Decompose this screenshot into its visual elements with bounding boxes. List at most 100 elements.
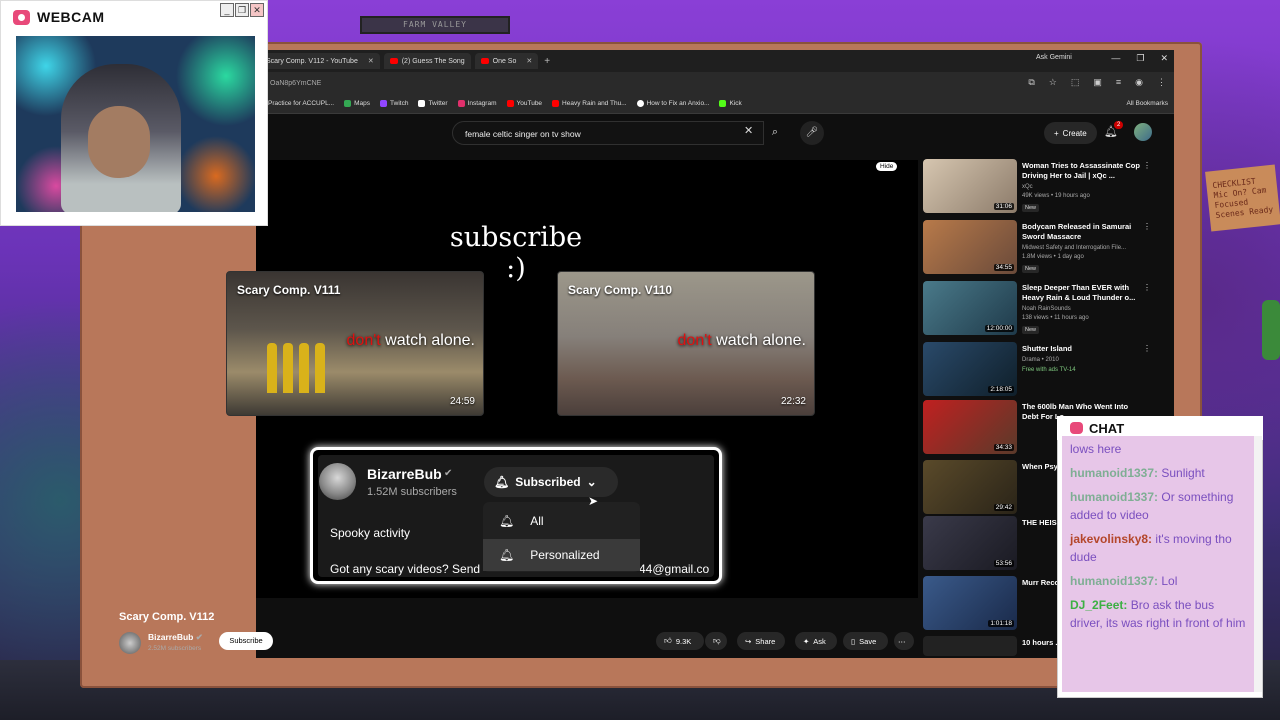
sidepanel-icon[interactable]: ▣ — [1093, 77, 1102, 88]
tab-one-so[interactable]: One So ✕ — [474, 53, 539, 69]
bookmark-instagram[interactable]: Instagram — [457, 100, 497, 107]
message-user: humanoid1337: — [1070, 490, 1159, 504]
more-icon[interactable]: ⋮ — [1143, 161, 1151, 170]
list-item[interactable]: 31:06 Woman Tries to Assassinate Cop Dri… — [923, 159, 1163, 215]
channel-avatar[interactable] — [319, 463, 356, 500]
menu-icon[interactable]: ⋮ — [1157, 77, 1166, 88]
profile-icon[interactable]: ◉ — [1135, 77, 1143, 88]
share-button[interactable]: ↪ Share — [737, 632, 785, 650]
new-tab-icon[interactable]: + — [544, 56, 550, 67]
streamer-face — [88, 106, 150, 178]
install-icon[interactable]: ⧉ — [1028, 77, 1034, 88]
channel-name[interactable]: BizarreBub — [367, 466, 442, 482]
like-button[interactable]: 👍︎ 9.3K — [656, 632, 704, 650]
menu-item-personalized[interactable]: 🔔︎ Personalized — [483, 539, 640, 571]
microphone-icon[interactable]: 🎤︎ — [800, 121, 824, 145]
rec-thumbnail[interactable]: 29:42 — [923, 460, 1017, 514]
video-duration: 22:32 — [780, 396, 806, 407]
endscreen-video-v110[interactable]: Scary Comp. V110 don't watch alone. 22:3… — [557, 271, 815, 416]
list-item[interactable]: 34:55 Bodycam Released in Samurai Sword … — [923, 220, 1163, 276]
camera-icon — [13, 10, 30, 25]
tab-active[interactable]: Scary Comp. V112 - YouTube ✕ — [260, 53, 380, 69]
kick-icon — [719, 100, 727, 107]
bookmark-accuplacer[interactable]: Practice for ACCUPL... — [268, 100, 334, 107]
chat-icon — [1070, 422, 1083, 434]
ask-gemini-button[interactable]: Ask Gemini — [1036, 54, 1072, 61]
dislike-button[interactable]: 👎︎ — [705, 632, 727, 650]
channel-avatar[interactable] — [119, 632, 141, 654]
video-tagline: don't watch alone. — [347, 332, 475, 350]
chat-message: humanoid1337: Or something added to vide… — [1070, 488, 1250, 524]
media-icon[interactable]: ≡ — [1116, 77, 1121, 88]
rec-thumbnail[interactable]: 34:55 — [923, 220, 1017, 274]
plant — [1262, 300, 1280, 360]
menu-item-all[interactable]: 🔔︎ All — [483, 505, 640, 537]
chat-message: humanoid1337: Lol — [1070, 572, 1250, 590]
rec-thumbnail[interactable]: 31:06 — [923, 159, 1017, 213]
list-item[interactable]: 12:00:00 Sleep Deeper Than EVER with Hea… — [923, 281, 1163, 337]
rec-thumbnail[interactable]: 1:01:18 — [923, 576, 1017, 630]
subscriber-count: 1.52M subscribers — [367, 486, 457, 498]
webcam-title: WEBCAM — [37, 9, 105, 25]
all-bookmarks-button[interactable]: All Bookmarks — [1126, 100, 1168, 107]
tab-guess-song[interactable]: (2) Guess The Song — [383, 53, 471, 69]
chat-scrollbar[interactable] — [1254, 436, 1262, 692]
more-icon: ⋯ — [898, 636, 906, 646]
youtube-icon — [389, 58, 398, 64]
url-text[interactable]: OaN8p6YmCNE — [270, 80, 321, 87]
extensions-icon[interactable]: ⬚ — [1071, 77, 1080, 88]
bookmark-twitter[interactable]: Twitter — [418, 100, 448, 107]
video-tagline: don't watch alone. — [678, 332, 806, 350]
rec-title[interactable]: Sleep Deeper Than EVER with Heavy Rain &… — [1022, 283, 1142, 303]
restore-icon[interactable]: ❐ — [235, 3, 249, 17]
more-icon[interactable]: ⋮ — [1143, 283, 1151, 292]
subscribe-button[interactable]: Subscribe — [219, 632, 273, 650]
create-button[interactable]: + Create — [1044, 122, 1097, 144]
ask-label: Ask — [813, 636, 826, 646]
rec-thumbnail[interactable]: 53:56 — [923, 516, 1017, 570]
rec-thumbnail[interactable]: 12:00:00 — [923, 281, 1017, 335]
address-bar[interactable]: OaN8p6YmCNE ⧉ ☆ ⬚ ▣ ≡ ◉ ⋮ — [256, 72, 1174, 94]
rec-thumbnail[interactable] — [923, 636, 1017, 656]
chat-message: humanoid1337: Sunlight — [1070, 464, 1250, 482]
ask-button[interactable]: ✦ Ask — [795, 632, 837, 650]
more-icon[interactable]: ⋮ — [1143, 222, 1151, 231]
avatar[interactable] — [1134, 123, 1152, 141]
bookmark-twitch[interactable]: Twitch — [380, 100, 408, 107]
message-text: Sunlight — [1161, 466, 1205, 480]
close-icon[interactable]: ✕ — [368, 57, 374, 65]
restore-icon[interactable]: ❐ — [1136, 53, 1144, 64]
rec-title[interactable]: Shutter Island — [1022, 344, 1142, 354]
star-icon[interactable]: ☆ — [1049, 77, 1057, 88]
bookmark-heavy-rain[interactable]: Heavy Rain and Thu... — [552, 100, 627, 107]
notification-badge: 2 — [1114, 121, 1124, 129]
room-sign: FARM VALLEY — [360, 16, 510, 34]
close-icon[interactable]: ✕ — [250, 3, 264, 17]
bookmark-anxiety[interactable]: How to Fix an Anxio... — [636, 100, 709, 107]
bookmark-kick[interactable]: Kick — [719, 100, 742, 107]
minimize-icon[interactable]: _ — [220, 3, 234, 17]
channel-name[interactable]: BizarreBub ✔ — [148, 632, 203, 643]
youtube-icon — [480, 58, 489, 64]
rec-duration: 34:55 — [993, 264, 1014, 271]
rec-title[interactable]: Woman Tries to Assassinate Cop Driving H… — [1022, 161, 1142, 181]
more-actions-button[interactable]: ⋯ — [894, 632, 914, 650]
endscreen-video-v111[interactable]: Scary Comp. V111 don't watch alone. 24:5… — [226, 271, 484, 416]
clear-search-icon[interactable]: ✕ — [744, 124, 753, 137]
bookmark-maps[interactable]: Maps — [344, 100, 370, 107]
save-button[interactable]: ▯ Save — [843, 632, 888, 650]
close-icon[interactable]: ✕ — [526, 57, 532, 65]
bookmark-youtube[interactable]: YouTube — [506, 100, 542, 107]
youtube-icon — [552, 100, 560, 107]
list-item[interactable]: 2:18:05 Shutter Island Drama • 2010 Free… — [923, 342, 1163, 398]
close-window-icon[interactable]: ✕ — [1160, 53, 1168, 64]
search-input[interactable]: female celtic singer on tv show — [452, 121, 764, 145]
subscribed-button[interactable]: 🔔︎ Subscribed ⌄ — [484, 467, 618, 497]
search-icon[interactable]: ⌕ — [764, 121, 786, 145]
rec-title[interactable]: Bodycam Released in Samurai Sword Massac… — [1022, 222, 1142, 242]
minimize-icon[interactable]: — — [1111, 53, 1120, 64]
more-icon[interactable]: ⋮ — [1143, 344, 1151, 353]
hide-endscreen-button[interactable]: Hide — [876, 162, 898, 171]
rec-thumbnail[interactable]: 34:33 — [923, 400, 1017, 454]
rec-thumbnail[interactable]: 2:18:05 — [923, 342, 1017, 396]
